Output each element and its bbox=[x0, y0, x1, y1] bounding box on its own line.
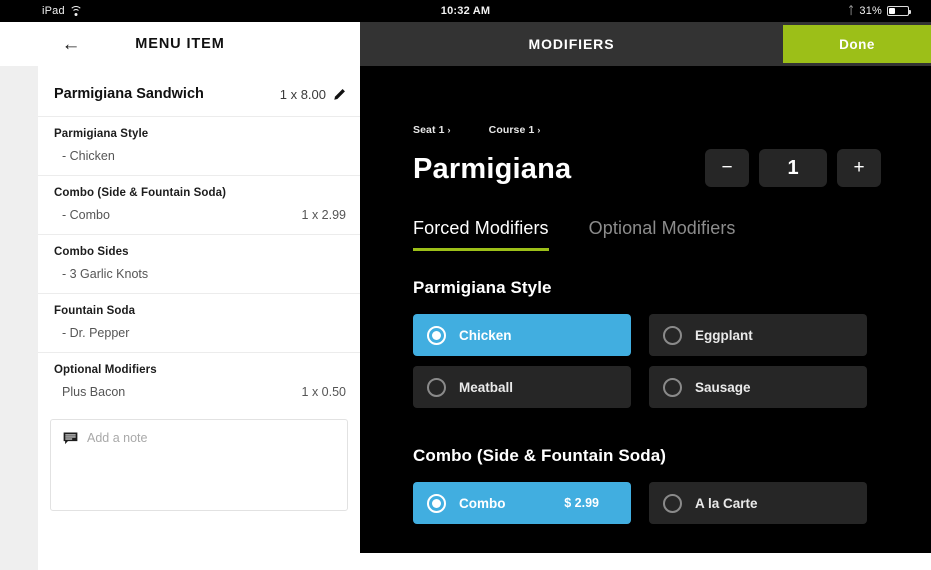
chevron-right-icon: › bbox=[537, 125, 541, 135]
option-chicken[interactable]: Chicken bbox=[413, 314, 631, 356]
modifier-group-title: Optional Modifiers bbox=[54, 364, 157, 376]
battery-percent-label: 31% bbox=[859, 5, 882, 17]
breadcrumb-item-course[interactable]: Course 1 › bbox=[489, 124, 541, 136]
modifier-price: 1 x 0.50 bbox=[301, 385, 346, 399]
tab-forced-modifiers[interactable]: Forced Modifiers bbox=[413, 218, 549, 251]
radio-icon bbox=[663, 493, 682, 513]
modifier-group-line: Plus Bacon 1 x 0.50 bbox=[54, 385, 346, 399]
menu-item-list: Parmigiana Sandwich 1 x 8.00 Parmigiana … bbox=[38, 66, 360, 411]
breadcrumb-course-label: Course 1 bbox=[488, 124, 535, 136]
option-grid: Combo $ 2.99 A la Carte bbox=[413, 482, 883, 524]
modifier-section-combo: Combo (Side & Fountain Soda) Combo $ 2.9… bbox=[413, 446, 883, 524]
clock: 10:32 AM bbox=[440, 5, 491, 17]
modifier-group-line: - 3 Garlic Knots bbox=[54, 267, 346, 281]
modifier-name: - 3 Garlic Knots bbox=[62, 267, 149, 281]
radio-icon bbox=[427, 325, 446, 345]
radio-icon bbox=[427, 377, 446, 397]
option-label: A la Carte bbox=[695, 495, 758, 511]
note-field[interactable]: Add a note bbox=[50, 419, 348, 511]
menu-item-pane: ← MENU ITEM Parmigiana Sandwich 1 x 8.00… bbox=[0, 22, 360, 570]
breadcrumb-seat-label: Seat 1 bbox=[413, 124, 445, 136]
modifier-group-line: - Chicken bbox=[54, 149, 346, 163]
modifier-group: Fountain Soda - Dr. Pepper bbox=[38, 294, 360, 353]
breadcrumb-item-seat[interactable]: Seat 1 › bbox=[413, 124, 451, 136]
menu-item-summary-right: 1 x 8.00 bbox=[280, 87, 346, 102]
modifier-group: Optional Modifiers Plus Bacon 1 x 0.50 bbox=[38, 353, 360, 411]
note-bubble-icon bbox=[63, 432, 78, 445]
modifier-group-title: Parmigiana Style bbox=[54, 128, 149, 140]
option-label: Eggplant bbox=[695, 327, 753, 343]
ios-status-bar: iPad 10:32 AM ᛏ 31% bbox=[0, 0, 931, 22]
modifier-name: - Chicken bbox=[62, 149, 115, 163]
bluetooth-icon: ᛏ bbox=[847, 4, 855, 17]
quantity-value: 1 bbox=[759, 149, 827, 187]
option-a-la-carte[interactable]: A la Carte bbox=[649, 482, 867, 524]
modifier-group-line: - Dr. Pepper bbox=[54, 326, 346, 340]
section-title: Combo (Side & Fountain Soda) bbox=[413, 446, 667, 465]
modifier-group-line: - Combo 1 x 2.99 bbox=[54, 208, 346, 222]
option-label: Combo bbox=[459, 495, 506, 511]
modifiers-body: Seat 1 › Course 1 › Parmigiana − 1 + Force… bbox=[360, 66, 931, 553]
menu-item-body: Parmigiana Sandwich 1 x 8.00 Parmigiana … bbox=[38, 66, 360, 570]
modifier-section-parmigiana-style: Parmigiana Style Chicken Eggplant Meatba… bbox=[413, 278, 883, 408]
menu-item-title: MENU ITEM bbox=[135, 36, 225, 52]
option-meatball[interactable]: Meatball bbox=[413, 366, 631, 408]
modifier-group: Combo (Side & Fountain Soda) - Combo 1 x… bbox=[38, 176, 360, 235]
menu-item-header: ← MENU ITEM bbox=[0, 22, 360, 66]
dish-title: Parmigiana bbox=[413, 153, 572, 185]
breadcrumb: Seat 1 › Course 1 › bbox=[413, 124, 541, 136]
option-price: $ 2.99 bbox=[564, 496, 599, 510]
modifier-group-title: Fountain Soda bbox=[54, 305, 136, 317]
status-bar-right: ᛏ 31% bbox=[847, 4, 911, 17]
tab-optional-modifiers[interactable]: Optional Modifiers bbox=[589, 218, 736, 251]
done-button[interactable]: Done bbox=[783, 25, 931, 63]
option-label: Meatball bbox=[459, 379, 514, 395]
battery-icon bbox=[887, 6, 911, 16]
pencil-icon[interactable] bbox=[333, 88, 346, 101]
modifier-tabs: Forced Modifiers Optional Modifiers bbox=[413, 218, 736, 251]
decrease-quantity-button[interactable]: − bbox=[705, 149, 749, 187]
modifier-name: Plus Bacon bbox=[62, 385, 126, 399]
quantity-stepper: − 1 + bbox=[705, 149, 881, 187]
modifier-group: Combo Sides - 3 Garlic Knots bbox=[38, 235, 360, 294]
modifier-price: 1 x 2.99 bbox=[301, 208, 346, 222]
option-eggplant[interactable]: Eggplant bbox=[649, 314, 867, 356]
modifier-name: - Dr. Pepper bbox=[62, 326, 130, 340]
radio-icon bbox=[663, 325, 682, 345]
app-root: iPad 10:32 AM ᛏ 31% ← MENU ITEM Parmigia… bbox=[0, 0, 931, 570]
modifier-name: - Combo bbox=[62, 208, 110, 222]
option-combo[interactable]: Combo $ 2.99 bbox=[413, 482, 631, 524]
increase-quantity-button[interactable]: + bbox=[837, 149, 881, 187]
note-section: Add a note bbox=[38, 411, 360, 511]
menu-item-summary-row[interactable]: Parmigiana Sandwich 1 x 8.00 bbox=[38, 72, 360, 117]
option-grid: Chicken Eggplant Meatball Sausage bbox=[413, 314, 883, 408]
modifiers-header: MODIFIERS Done bbox=[360, 22, 931, 66]
section-title: Parmigiana Style bbox=[413, 278, 552, 297]
modifier-group: Parmigiana Style - Chicken bbox=[38, 117, 360, 176]
radio-icon bbox=[427, 493, 446, 513]
menu-item-name: Parmigiana Sandwich bbox=[54, 86, 204, 102]
note-placeholder: Add a note bbox=[87, 431, 148, 445]
option-sausage[interactable]: Sausage bbox=[649, 366, 867, 408]
chevron-right-icon: › bbox=[447, 125, 451, 135]
option-label: Sausage bbox=[695, 379, 751, 395]
option-label: Chicken bbox=[459, 327, 512, 343]
menu-item-price: 1 x 8.00 bbox=[279, 86, 326, 102]
modifiers-pane: MODIFIERS Done Seat 1 › Course 1 › Parmigi… bbox=[360, 22, 931, 553]
radio-icon bbox=[663, 377, 682, 397]
modifier-group-title: Combo (Side & Fountain Soda) bbox=[54, 187, 227, 199]
modifier-group-title: Combo Sides bbox=[54, 246, 129, 258]
